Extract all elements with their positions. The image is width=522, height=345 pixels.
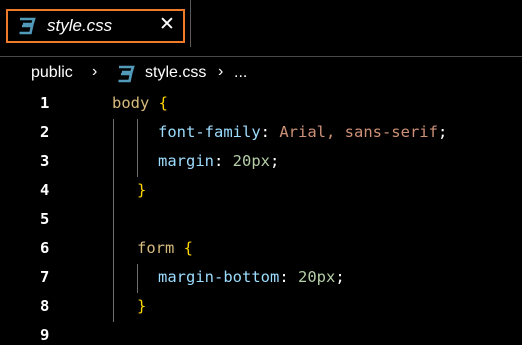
code-text: body { [112, 94, 168, 112]
code-line[interactable]: 8} [0, 293, 522, 322]
code-text: font-family: Arial, sans-serif; [158, 123, 447, 141]
breadcrumb-file-style-css[interactable]: style.css [145, 64, 206, 82]
close-icon[interactable]: ✕ [159, 14, 175, 36]
code-text: } [137, 297, 146, 315]
tab-bar: style.css ✕ [0, 0, 522, 58]
code-token: Arial, sans-serif [279, 123, 438, 141]
breadcrumb-folder-public[interactable]: public [31, 64, 73, 82]
code-line[interactable]: 3 margin: 20px; [0, 148, 522, 177]
css3-icon [19, 17, 36, 35]
code-token: ; [335, 268, 345, 286]
tab-style-css[interactable]: style.css ✕ [6, 9, 185, 43]
code-token: body [112, 94, 159, 112]
code-text: } [137, 181, 146, 199]
line-number: 9 [40, 326, 50, 344]
code-token: ; [270, 152, 280, 170]
code-line[interactable]: 7 margin-bottom: 20px; [0, 264, 522, 293]
line-number: 6 [40, 239, 50, 257]
code-token: { [158, 94, 169, 112]
code-token: ; [437, 123, 448, 141]
code-token: } [137, 297, 147, 315]
tab-label: style.css [47, 16, 113, 35]
code-line[interactable]: 1 body { [0, 90, 522, 119]
code-token: : [279, 268, 298, 286]
line-number: 4 [40, 181, 50, 199]
line-number: 7 [40, 268, 50, 286]
code-token: form [137, 239, 184, 257]
code-token: : [214, 152, 233, 170]
code-line[interactable]: 5 [0, 206, 522, 235]
line-number: 1 [40, 94, 50, 112]
code-token: font-family [158, 123, 261, 141]
code-line[interactable]: 9 [0, 322, 522, 345]
code-token: } [137, 181, 147, 199]
code-text: margin: 20px; [158, 152, 279, 170]
code-line[interactable]: 6 form { [0, 235, 522, 264]
scrollbar[interactable] [514, 90, 522, 345]
css3-icon [118, 65, 135, 83]
line-number: 8 [40, 297, 50, 315]
code-token: margin [158, 152, 214, 170]
line-number: 3 [40, 152, 50, 170]
code-token: { [183, 239, 194, 257]
code-token: : [260, 123, 280, 141]
code-text: form { [137, 239, 193, 257]
breadcrumb-separator: › [92, 63, 98, 80]
code-token: 20px [232, 152, 270, 170]
code-text: margin-bottom: 20px; [158, 268, 345, 286]
breadcrumb: public › style.css › ... [0, 57, 522, 90]
breadcrumb-separator: › [218, 63, 224, 80]
code-line[interactable]: 2 font-family: Arial, sans-serif; [0, 119, 522, 148]
line-number: 2 [40, 123, 50, 141]
code-token: 20px [298, 268, 336, 286]
tab-divider [190, 0, 191, 47]
line-number: 5 [40, 210, 50, 228]
code-editor[interactable]: 1 body {2 font-family: Arial, sans-serif; 3… [0, 90, 522, 345]
code-token: margin-bottom [158, 268, 280, 286]
breadcrumb-symbols[interactable]: ... [234, 64, 247, 82]
code-line[interactable]: 4} [0, 177, 522, 206]
